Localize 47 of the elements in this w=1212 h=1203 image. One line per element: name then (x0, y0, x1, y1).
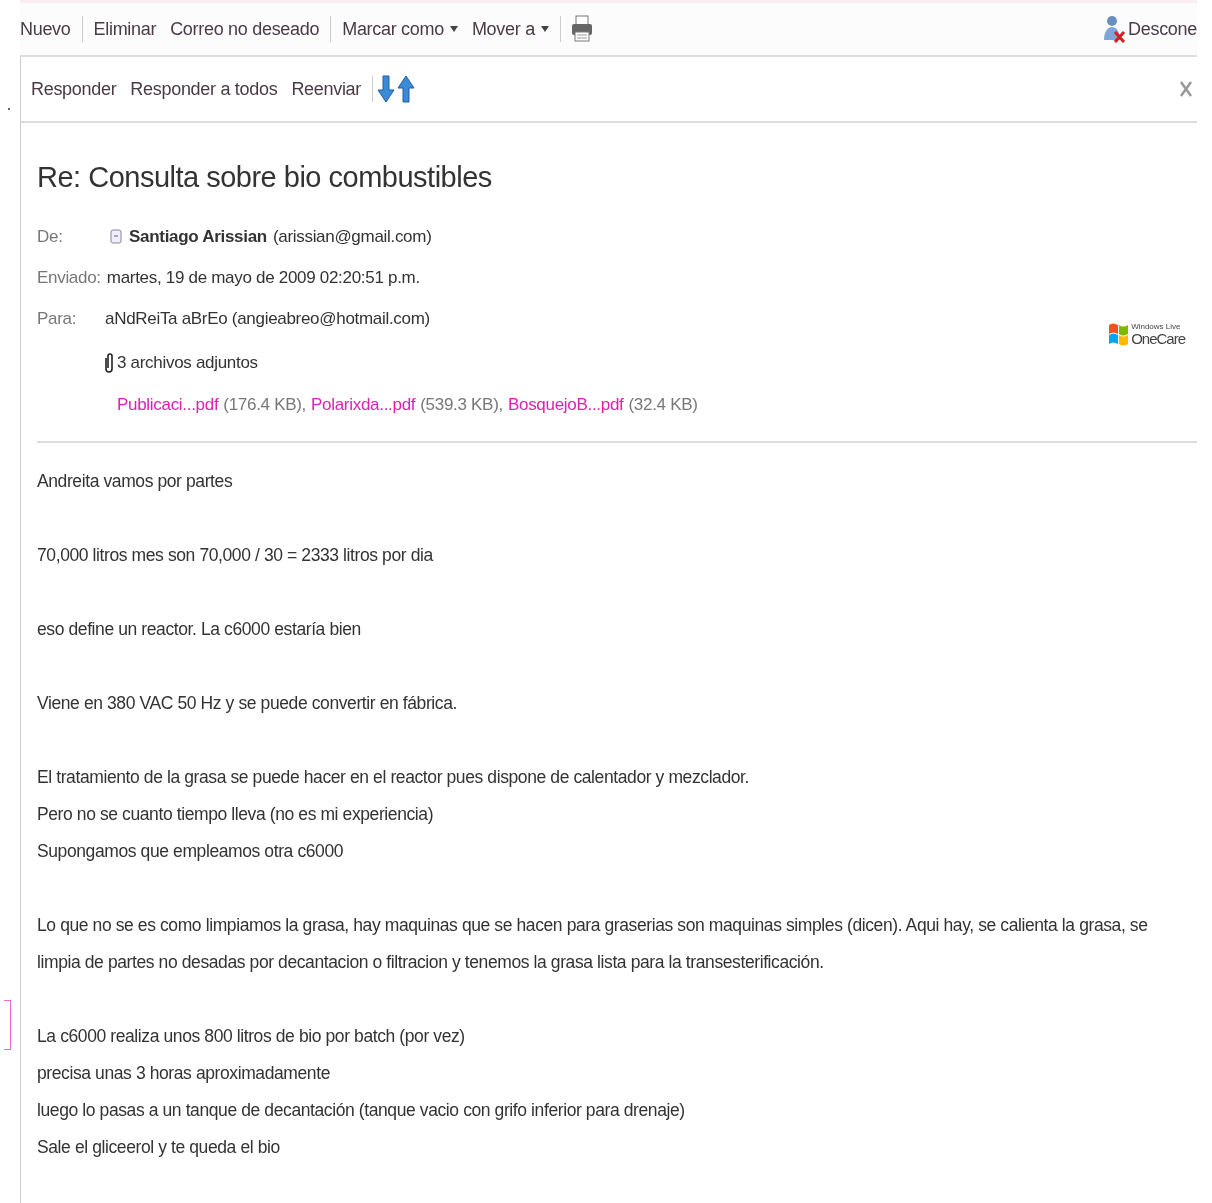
field-label: Enviado: (37, 267, 101, 288)
body-text: Sale el gliceerol y te queda el bio (37, 1136, 281, 1159)
caret-icon (540, 26, 549, 32)
contact-card-icon (109, 228, 123, 245)
paperclip-icon (103, 352, 115, 374)
body-text: Andreita vamos por partes (37, 470, 234, 493)
toolbar-menu-button[interactable]: Marcar como (335, 18, 465, 40)
body-text: Viene en 380 VAC 50 Hz y se puede convertir en fábrica. (37, 692, 458, 715)
bullet-mark (8, 108, 10, 110)
close-icon[interactable] (1179, 80, 1193, 98)
sender-name[interactable]: Santiago Arissian (129, 226, 267, 247)
user-remove-icon (1102, 14, 1127, 44)
toolbar-button[interactable]: Eliminar (86, 18, 164, 40)
recipient: aNdReiTa aBrEo (angieabreo@hotmail.com) (105, 308, 430, 329)
toolbar-menu-button[interactable]: Mover a (464, 18, 556, 40)
attachment-size: (176.4 KB), (223, 395, 307, 415)
sign-out-button[interactable]: Descone (1095, 14, 1197, 44)
body-text: Pero no se cuanto tiempo lleva (no es mi experiencia) (37, 803, 435, 826)
attachment-size: (539.3 KB), (420, 395, 503, 415)
body-text: El tratamiento de la grasa se puede hacer en el reactor pues dispone de calentador y mezclador. (37, 766, 751, 789)
printer-icon[interactable] (570, 15, 593, 43)
caret-icon (449, 26, 458, 32)
down-up-arrows-icon[interactable] (377, 74, 417, 104)
attachment-link[interactable]: BosquejoB...pdf (507, 395, 624, 415)
body-text: precisa unas 3 horas aproximadamente (37, 1062, 331, 1085)
attachment-count: 3 archivos adjuntos (117, 353, 258, 373)
attachment-link[interactable]: Publicaci...pdf (117, 395, 219, 415)
body-text: eso define un reactor. La c6000 estaría bien (37, 618, 362, 641)
email-subject: Re: Consulta sobre bio combustibles (37, 161, 493, 194)
body-text: Supongamos que empleamos otra c6000 (37, 840, 345, 863)
attachment-link[interactable]: Polarixda...pdf (311, 395, 416, 415)
message-action-button[interactable]: Responder (24, 78, 124, 100)
toolbar-button[interactable]: Nuevo (20, 18, 78, 40)
highlight-marker (4, 1000, 11, 1050)
body-text: Lo que no se es como limpiamos la grasa, hay maquinas que se hacen para graserias son maquinas simples (dicen). Aqui hay, se calienta la grasa, se limpia de partes no desadas por decantacion o filtracion y tenemos la grasa lista para la transesterificación. (37, 914, 1149, 974)
message-action-button[interactable]: Reenviar (284, 78, 368, 100)
body-text: La c6000 realiza unos 800 litros de bio por batch (por vez) (37, 1025, 466, 1048)
field-label: De: (37, 226, 64, 247)
message-action-button[interactable]: Responder a todos (123, 78, 285, 100)
sent-date: martes, 19 de mayo de 2009 02:20:51 p.m. (106, 267, 420, 288)
toolbar-button[interactable]: Correo no deseado (163, 18, 327, 40)
attachment-size: (32.4 KB) (628, 395, 698, 415)
onecare-logo: Windows Live OneCare (1107, 320, 1185, 349)
body-text: 70,000 litros mes son 70,000 / 30 = 2333 litros por dia (37, 544, 435, 567)
sender-email: (arissian@gmail.com) (272, 226, 432, 247)
body-text: luego lo pasas a un tanque de decantación (tanque vacio con grifo inferior para drenaje) (37, 1099, 686, 1122)
field-label: Para: (37, 308, 78, 329)
